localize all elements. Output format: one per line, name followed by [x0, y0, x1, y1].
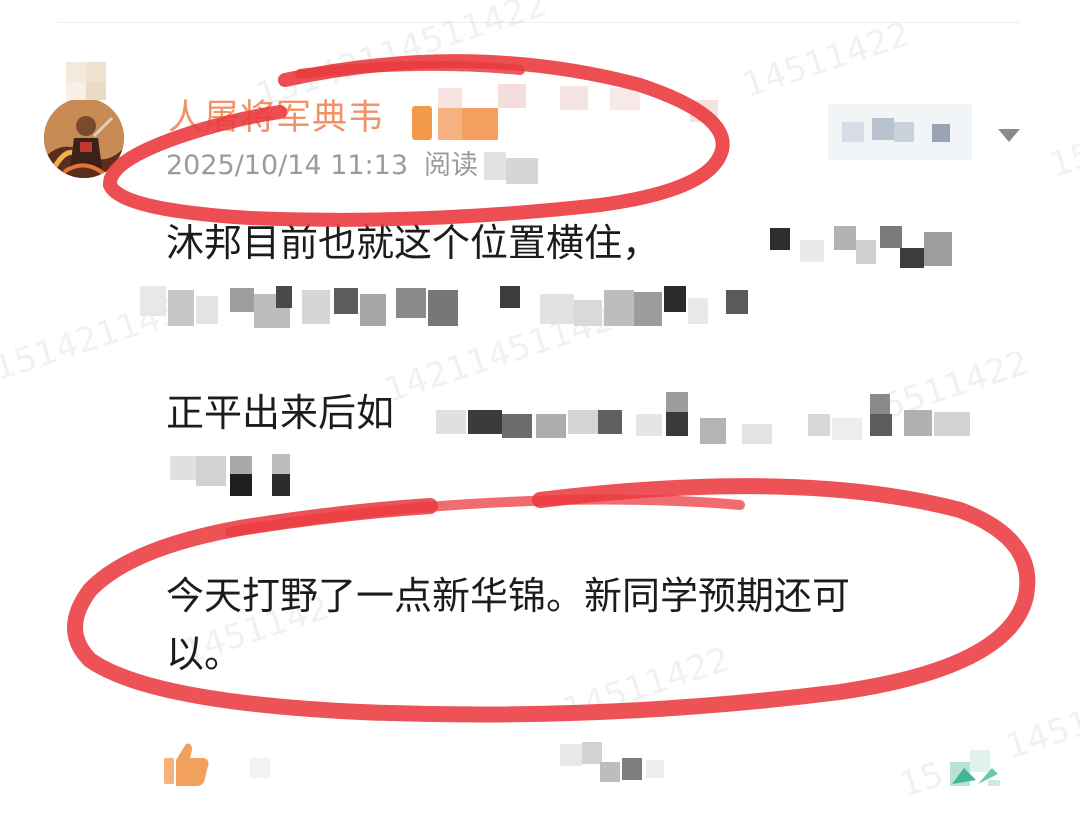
mosaic-block: [498, 84, 526, 108]
mosaic-block: [934, 412, 970, 436]
action-bar: [160, 738, 1020, 798]
post-paragraph: 以。: [166, 632, 243, 676]
mosaic-block: [598, 410, 622, 434]
mosaic-block: [634, 292, 662, 326]
warrior-avatar-icon: [44, 98, 124, 178]
mosaic-block: [904, 410, 932, 436]
user-badge: [412, 106, 432, 140]
mosaic-block: [272, 454, 290, 474]
mosaic-block: [396, 288, 426, 318]
annotation-stroke: [103, 54, 730, 227]
mosaic-block: [196, 456, 226, 486]
chevron-down-icon[interactable]: [994, 124, 1024, 146]
mosaic-block: [168, 290, 194, 326]
mosaic-block: [664, 286, 686, 312]
mosaic-block: [468, 410, 502, 434]
avatar[interactable]: [44, 98, 124, 178]
mosaic-block: [360, 294, 386, 326]
mosaic-block: [170, 456, 196, 480]
mosaic-block: [540, 294, 574, 324]
mosaic-block: [438, 88, 462, 108]
mosaic-block: [196, 296, 218, 324]
mosaic-block: [870, 414, 892, 436]
mosaic-block: [502, 414, 532, 438]
mosaic-block: [870, 394, 890, 414]
mosaic-block: [334, 288, 358, 314]
follow-button[interactable]: [828, 104, 972, 160]
mosaic-block: [66, 62, 86, 82]
mosaic-block: [690, 100, 718, 122]
watermark: 14511422: [558, 639, 736, 731]
mosaic-block: [230, 456, 252, 474]
mosaic-block: [506, 158, 538, 184]
post-paragraph: 今天打野了一点新华锦。新同学预期还可: [166, 574, 851, 618]
mosaic-block: [800, 240, 824, 262]
mosaic-block: [568, 410, 598, 434]
mosaic-block: [646, 760, 664, 778]
mosaic-block: [536, 414, 566, 438]
mosaic-block: [276, 286, 292, 308]
thumbs-up-icon[interactable]: [160, 738, 212, 790]
annotation-stroke: [225, 494, 745, 537]
mosaic-block: [688, 298, 708, 324]
mosaic-block: [484, 152, 506, 180]
mosaic-block: [666, 412, 688, 436]
mosaic-block: [834, 226, 856, 250]
post-card: 15142114511422 14511422 151421145 142114…: [0, 0, 1080, 824]
mosaic-block: [140, 286, 166, 316]
mosaic-block: [636, 414, 662, 436]
mosaic-block: [894, 122, 914, 142]
username[interactable]: 人屠将军典韦: [168, 96, 384, 140]
mosaic-block: [924, 232, 952, 266]
mosaic-block: [86, 82, 106, 100]
mosaic-block: [560, 86, 588, 110]
mosaic-block: [610, 88, 640, 110]
mosaic-block: [600, 762, 620, 782]
mosaic-block: [604, 290, 634, 326]
post-paragraph: 沐邦目前也就这个位置横住，: [166, 221, 661, 265]
mosaic-block: [622, 758, 642, 780]
mosaic-block: [582, 742, 602, 764]
mosaic-block: [230, 288, 254, 312]
mosaic-block: [880, 226, 902, 248]
read-count-label: 阅读: [424, 150, 479, 181]
mosaic-block: [666, 392, 688, 412]
mosaic-block: [700, 418, 726, 444]
mosaic-block: [872, 118, 894, 140]
mosaic-block: [436, 410, 466, 434]
mosaic-block: [808, 414, 830, 436]
watermark: 14511422: [738, 14, 916, 106]
mosaic-block: [842, 122, 864, 142]
post-paragraph: 正平出来后如: [166, 391, 395, 435]
share-icon[interactable]: [948, 740, 1004, 792]
mosaic-block: [560, 744, 582, 766]
mosaic-block: [428, 290, 458, 326]
mosaic-block: [462, 108, 498, 140]
post-meta: 2025/10/14 11:13 阅读: [166, 148, 478, 184]
mosaic-block: [438, 108, 462, 140]
mosaic-block: [250, 758, 270, 778]
mosaic-block: [86, 62, 106, 82]
mosaic-block: [832, 418, 862, 440]
mosaic-block: [272, 474, 290, 496]
mosaic-block: [856, 240, 876, 264]
mosaic-block: [726, 290, 748, 314]
mosaic-block: [302, 290, 330, 324]
mosaic-block: [574, 300, 602, 326]
mosaic-block: [770, 228, 790, 250]
watermark: 15: [1044, 134, 1080, 186]
mosaic-block: [900, 248, 924, 268]
mosaic-block: [230, 474, 252, 496]
mosaic-block: [742, 424, 772, 444]
mosaic-block: [66, 82, 86, 100]
post-timestamp: 2025/10/14 11:13: [166, 150, 409, 181]
mosaic-block: [932, 124, 950, 142]
mosaic-block: [500, 286, 520, 308]
